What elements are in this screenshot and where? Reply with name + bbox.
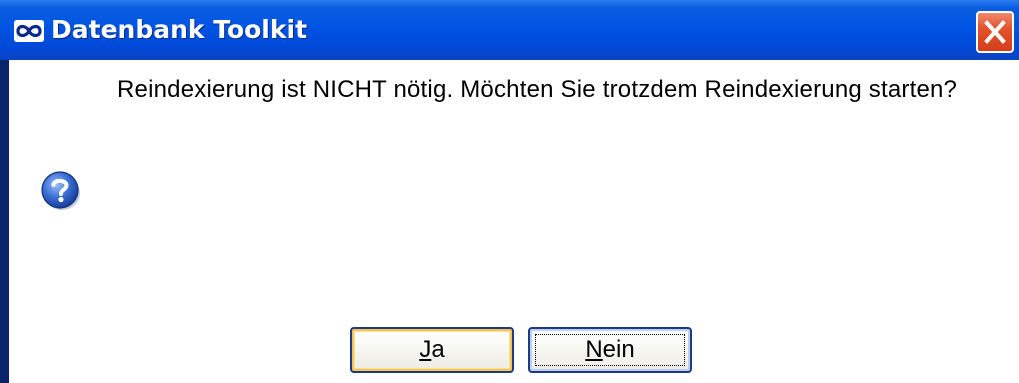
infinity-logo-icon[interactable] (14, 20, 44, 42)
dialog-message: Reindexierung ist NICHT nötig. Möchten S… (117, 76, 958, 103)
no-button[interactable]: Nein (528, 327, 692, 373)
close-icon (984, 20, 1006, 44)
dialog-window: Datenbank Toolkit Reindexierung ist NICH… (0, 0, 1019, 383)
yes-button[interactable]: Ja (350, 327, 514, 373)
no-button-label: Nein (585, 336, 635, 363)
title-bar[interactable]: Datenbank Toolkit (0, 0, 1019, 60)
question-icon (39, 168, 83, 212)
window-title: Datenbank Toolkit (51, 15, 308, 44)
close-button[interactable] (976, 11, 1014, 53)
dialog-body: Reindexierung ist NICHT nötig. Möchten S… (9, 60, 1019, 383)
yes-button-label: Ja (419, 336, 445, 363)
